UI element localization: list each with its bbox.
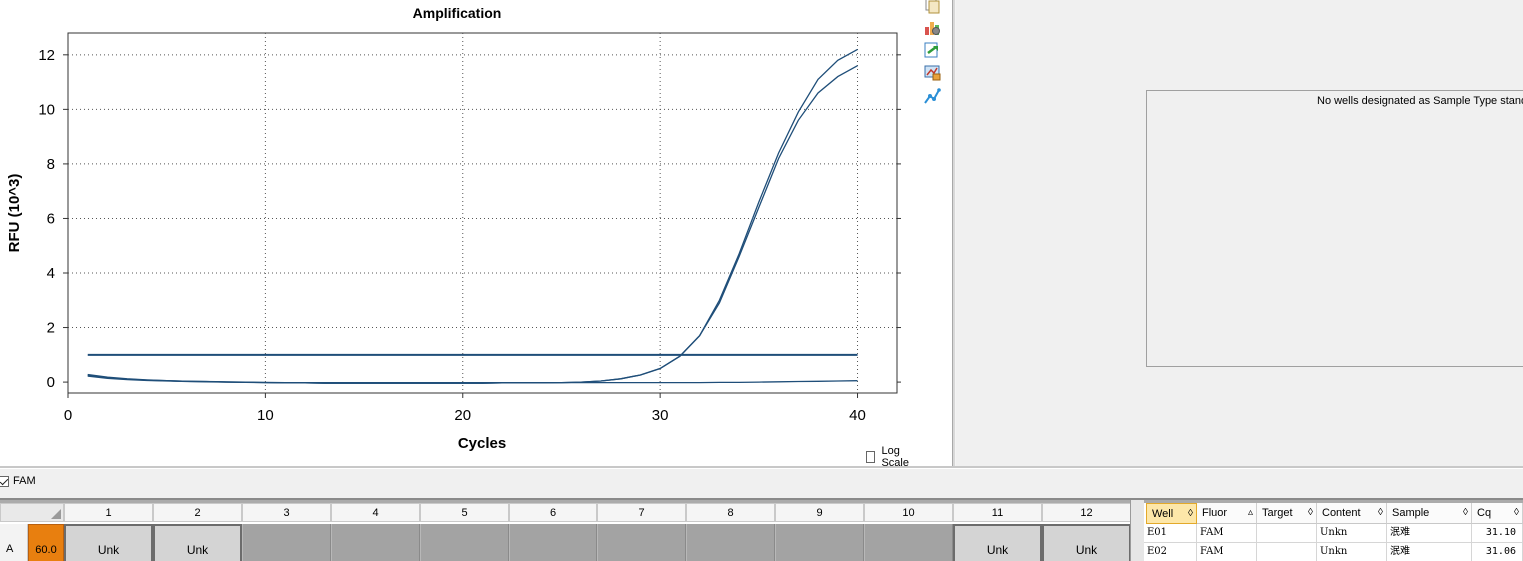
well-a11[interactable]: Unk — [953, 524, 1042, 561]
sort-icon[interactable]: ◊ — [1308, 503, 1313, 523]
column-header-12[interactable]: 12 — [1042, 503, 1131, 522]
cell-well[interactable]: E01 — [1144, 524, 1197, 543]
export-icon[interactable] — [923, 41, 941, 59]
table-divider[interactable] — [1130, 500, 1144, 561]
sort-ascending-icon[interactable]: ▵ — [1248, 503, 1253, 523]
cell-cq[interactable]: 31.06 — [1472, 543, 1523, 561]
well-a6[interactable] — [509, 524, 597, 561]
column-header-10[interactable]: 10 — [864, 503, 953, 522]
x-tick-label: 0 — [64, 407, 72, 424]
cell-cq[interactable]: 31.10 — [1472, 524, 1523, 543]
column-header-well[interactable]: Well ◊ — [1146, 503, 1197, 524]
cell-sample[interactable]: 泯难 — [1387, 543, 1472, 561]
well-a2[interactable]: Unk — [153, 524, 242, 561]
fluorophore-bar: FAM — [0, 469, 1523, 498]
row-label-a[interactable]: A — [0, 524, 28, 561]
column-header-content[interactable]: Content ◊ — [1317, 503, 1387, 524]
sort-icon[interactable]: ◊ — [1188, 504, 1193, 524]
plate-corner-select-all[interactable] — [0, 503, 64, 522]
well-a4[interactable] — [331, 524, 420, 561]
chart-title: Amplification — [413, 5, 502, 21]
plot-area — [67, 32, 898, 394]
y-axis-label: RFU (10^3) — [6, 174, 23, 253]
amplification-chart[interactable]: Amplification 0 2 4 6 8 10 12 0 10 20 30 40 Cycles… — [0, 0, 918, 466]
y-tick-label: 2 — [47, 320, 55, 337]
column-header-5[interactable]: 5 — [420, 503, 509, 522]
x-tick-label: 20 — [454, 407, 471, 424]
fam-toggle[interactable]: FAM — [0, 475, 36, 487]
chart-settings-icon[interactable] — [923, 18, 941, 36]
copy-icon[interactable] — [923, 0, 941, 14]
column-header-11[interactable]: 11 — [953, 503, 1042, 522]
well-a12[interactable]: Unk — [1042, 524, 1131, 561]
cell-sample[interactable]: 泯难 — [1387, 524, 1472, 543]
cell-content[interactable]: Unkn — [1317, 524, 1387, 543]
well-a7[interactable] — [597, 524, 686, 561]
y-tick-label: 6 — [47, 210, 55, 227]
column-header-target[interactable]: Target ◊ — [1257, 503, 1317, 524]
x-axis-label: Cycles — [458, 435, 506, 452]
y-tick-label: 0 — [47, 374, 55, 391]
x-tick-label: 10 — [257, 407, 274, 424]
column-header-fluor[interactable]: Fluor ▵ — [1197, 503, 1257, 524]
standard-curve-box: No wells designated as Sample Type stand… — [1146, 90, 1523, 367]
cell-content[interactable]: Unkn — [1317, 543, 1387, 561]
y-tick-label: 12 — [38, 47, 55, 64]
cell-fluor[interactable]: FAM — [1197, 543, 1257, 561]
cell-target[interactable] — [1257, 543, 1317, 561]
well-results-table: Well ◊ Fluor ▵ Target ◊ Content ◊ Sample ◊ Cq… — [1144, 503, 1523, 561]
row-temperature: 60.0 — [28, 524, 64, 561]
chart-options-icon[interactable] — [923, 87, 941, 105]
well-a8[interactable] — [686, 524, 775, 561]
sort-icon[interactable]: ◊ — [1378, 503, 1383, 523]
chart-toolbar — [918, 0, 952, 466]
standard-curve-pane: No wells designated as Sample Type stand… — [956, 0, 1523, 466]
fam-checkbox[interactable] — [0, 475, 9, 487]
plate-area: 1 2 3 4 5 6 7 8 9 10 11 12 A 60.0 Unk Unk Unk Unk Well… — [0, 498, 1523, 561]
well-a3[interactable] — [242, 524, 331, 561]
cell-target[interactable] — [1257, 524, 1317, 543]
column-header-1[interactable]: 1 — [64, 503, 153, 522]
x-tick-label: 40 — [849, 407, 866, 424]
column-header-cq[interactable]: Cq ◊ — [1472, 503, 1523, 524]
column-header-4[interactable]: 4 — [331, 503, 420, 522]
x-tick-label: 30 — [652, 407, 669, 424]
column-header-2[interactable]: 2 — [153, 503, 242, 522]
sort-icon[interactable]: ◊ — [1514, 503, 1519, 523]
well-a1[interactable]: Unk — [64, 524, 153, 561]
y-tick-label: 10 — [38, 101, 55, 118]
log-scale-checkbox[interactable] — [866, 451, 876, 463]
print-chart-icon[interactable] — [923, 63, 941, 81]
column-header-6[interactable]: 6 — [509, 503, 597, 522]
sort-icon[interactable]: ◊ — [1463, 503, 1468, 523]
column-header-8[interactable]: 8 — [686, 503, 775, 522]
well-a9[interactable] — [775, 524, 864, 561]
column-header-3[interactable]: 3 — [242, 503, 331, 522]
y-tick-label: 8 — [47, 156, 55, 173]
amplification-chart-pane: Amplification 0 2 4 6 8 10 12 0 10 20 30 40 Cycles… — [0, 0, 918, 469]
standard-curve-message: No wells designated as Sample Type stand… — [1317, 95, 1523, 107]
y-tick-label: 4 — [47, 265, 55, 282]
plate-view: 1 2 3 4 5 6 7 8 9 10 11 12 A 60.0 Unk Unk Unk Unk — [0, 503, 1131, 561]
column-header-9[interactable]: 9 — [775, 503, 864, 522]
cell-fluor[interactable]: FAM — [1197, 524, 1257, 543]
column-header-7[interactable]: 7 — [597, 503, 686, 522]
fam-label: FAM — [13, 475, 36, 487]
well-a5[interactable] — [420, 524, 509, 561]
cell-well[interactable]: E02 — [1144, 543, 1197, 561]
column-header-sample[interactable]: Sample ◊ — [1387, 503, 1472, 524]
well-a10[interactable] — [864, 524, 953, 561]
